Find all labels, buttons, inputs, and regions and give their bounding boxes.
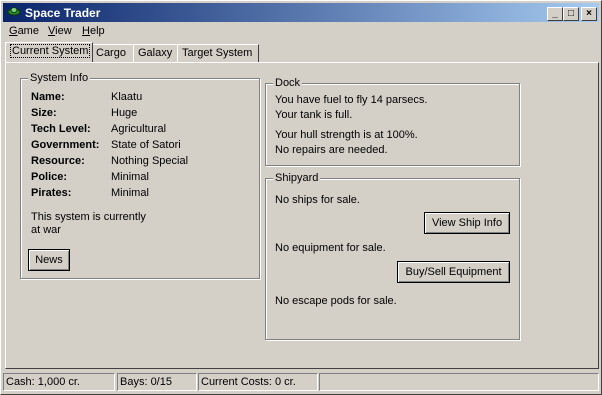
minimize-button[interactable]: _ xyxy=(547,7,563,21)
dock-title: Dock xyxy=(273,77,303,89)
resource-label: Resource: xyxy=(31,155,85,167)
title-bar[interactable]: Space Trader _ □ × xyxy=(3,3,599,22)
system-info-title: System Info xyxy=(28,72,91,84)
menu-help[interactable]: Help xyxy=(82,25,105,37)
news-button[interactable]: News xyxy=(28,249,70,271)
main-window: Space Trader _ □ × Game View Help Curren… xyxy=(0,0,602,395)
menu-view[interactable]: View xyxy=(48,25,72,37)
menu-game[interactable]: Game xyxy=(9,25,39,37)
police-label: Police: xyxy=(31,171,68,183)
police-value: Minimal xyxy=(111,171,149,183)
pods-text: No escape pods for sale. xyxy=(275,295,397,307)
shipyard-group: Shipyard No ships for sale. View Ship In… xyxy=(265,172,520,340)
pirates-value: Minimal xyxy=(111,187,149,199)
maximize-button[interactable]: □ xyxy=(563,7,579,21)
menu-bar: Game View Help xyxy=(3,23,599,40)
equipment-text: No equipment for sale. xyxy=(275,242,386,254)
shipyard-title: Shipyard xyxy=(273,172,321,184)
government-value: State of Satori xyxy=(111,139,181,151)
bays-status: Bays: 0/15 xyxy=(117,373,197,391)
close-button[interactable]: × xyxy=(581,7,597,21)
government-label: Government: xyxy=(31,139,100,151)
system-status-line2: at war xyxy=(31,224,61,236)
tech-level-value: Agricultural xyxy=(111,123,167,135)
system-status-line1: This system is currently xyxy=(31,211,146,223)
dock-group: Dock You have fuel to fly 14 parsecs. Yo… xyxy=(265,77,520,166)
buy-sell-equipment-button[interactable]: Buy/Sell Equipment xyxy=(397,261,510,283)
tank-text: Your tank is full. xyxy=(275,109,353,121)
resource-value: Nothing Special xyxy=(111,155,189,167)
tab-current-system[interactable]: Current System xyxy=(5,42,93,62)
tab-galaxy[interactable]: Galaxy xyxy=(133,44,181,62)
costs-status: Current Costs: 0 cr. xyxy=(198,373,318,391)
view-ship-info-button[interactable]: View Ship Info xyxy=(424,212,510,234)
status-empty xyxy=(319,373,599,391)
repairs-text: No repairs are needed. xyxy=(275,144,388,156)
name-label: Name: xyxy=(31,91,65,103)
pirates-label: Pirates: xyxy=(31,187,72,199)
hull-text: Your hull strength is at 100%. xyxy=(275,129,418,141)
app-icon xyxy=(7,7,21,16)
tab-target-system[interactable]: Target System xyxy=(177,44,259,62)
size-value: Huge xyxy=(111,107,138,119)
window-title: Space Trader xyxy=(25,6,101,20)
tech-level-label: Tech Level: xyxy=(31,123,91,135)
size-label: Size: xyxy=(31,107,57,119)
ships-text: No ships for sale. xyxy=(275,194,360,206)
name-value: Klaatu xyxy=(111,91,143,103)
cash-status: Cash: 1,000 cr. xyxy=(3,373,115,391)
fuel-text: You have fuel to fly 14 parsecs. xyxy=(275,94,428,106)
current-system-panel: System Info Name: Klaatu Size: Huge Tech… xyxy=(5,62,599,369)
system-info-group: System Info Name: Klaatu Size: Huge Tech… xyxy=(20,72,260,279)
status-bar: Cash: 1,000 cr. Bays: 0/15 Current Costs… xyxy=(3,371,599,393)
tab-cargo[interactable]: Cargo xyxy=(91,44,135,62)
